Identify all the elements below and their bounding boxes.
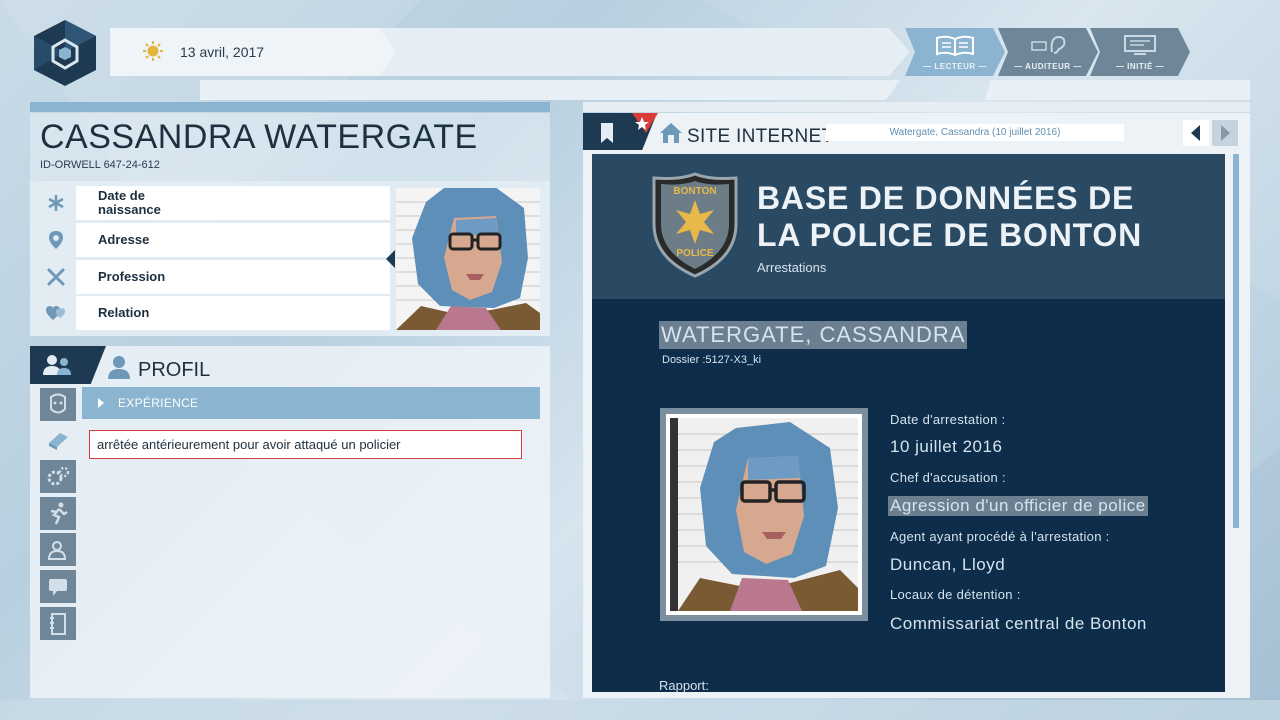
profile-title: PROFIL xyxy=(138,359,211,381)
side-tab-activity[interactable] xyxy=(40,497,76,530)
runner-icon xyxy=(50,502,68,524)
monitor-icon xyxy=(1124,34,1156,55)
charge-label: Chef d'accusation : xyxy=(890,470,1006,485)
field-adresse-label: Adresse xyxy=(76,223,390,257)
home-icon[interactable] xyxy=(659,122,683,144)
back-button[interactable] xyxy=(1183,120,1209,146)
record-dossier: Dossier :5127-X3_ki xyxy=(662,354,762,366)
detention-value[interactable]: Commissariat central de Bonton xyxy=(890,614,1147,634)
chevron-left-icon xyxy=(1191,125,1200,141)
face-icon xyxy=(50,393,66,413)
notebook-icon xyxy=(50,612,66,635)
person-icon xyxy=(108,356,130,379)
ear-icon xyxy=(1031,35,1066,54)
url-bar[interactable]: Watergate, Cassandra (10 juillet 2016) xyxy=(826,124,1124,141)
badge-top-text: BONTON xyxy=(673,186,716,197)
record-name[interactable]: WATERGATE, CASSANDRA xyxy=(659,321,968,349)
left-panel-strip xyxy=(30,102,550,112)
field-adresse[interactable]: Adresse xyxy=(40,223,390,257)
scrollbar[interactable] xyxy=(1233,154,1239,528)
tab-lecteur-label: — LECTEUR — xyxy=(923,61,987,71)
tab-auditeur-label: — AUDITEUR — xyxy=(1014,61,1082,71)
new-bookmark-flag-icon xyxy=(632,113,658,133)
right-panel-strip xyxy=(583,102,1250,112)
selection-marker xyxy=(386,250,395,268)
speech-icon xyxy=(49,578,67,596)
location-pin-icon xyxy=(40,223,72,257)
person-id: ID-ORWELL 647-24-612 xyxy=(40,159,160,171)
hearts-icon xyxy=(40,296,72,330)
chevron-right-icon xyxy=(1221,125,1230,141)
mugshot-photo xyxy=(660,408,868,621)
profile-entry[interactable]: arrêtée antérieurement pour avoir attaqu… xyxy=(89,430,522,459)
badge-bottom-text: POLICE xyxy=(676,248,714,259)
person-name: CASSANDRA WATERGATE xyxy=(40,118,478,156)
side-tab-contacts[interactable] xyxy=(40,533,76,566)
site-title-line1: BASE DE DONNÉES DE xyxy=(757,180,1135,216)
sub-bar-right xyxy=(985,80,1250,100)
field-date-naissance-label: Date de naissance xyxy=(76,186,390,220)
category-experience-label: EXPÉRIENCE xyxy=(118,396,199,410)
orwell-logo[interactable] xyxy=(30,18,100,88)
arresting-officer-label: Agent ayant procédé à l'arrestation : xyxy=(890,529,1110,544)
side-tab-communication[interactable] xyxy=(40,570,76,603)
site-title-line2: LA POLICE DE BONTON xyxy=(757,217,1142,253)
site-title: BASE DE DONNÉES DE LA POLICE DE BONTON xyxy=(757,180,1217,254)
person-portrait xyxy=(396,188,540,330)
field-profession[interactable]: Profession xyxy=(40,260,390,294)
person-card-icon xyxy=(47,540,67,560)
police-badge: BONTON POLICE xyxy=(652,172,738,278)
field-date-naissance[interactable]: Date de naissance xyxy=(40,186,390,220)
tab-lecteur[interactable]: — LECTEUR — xyxy=(905,28,1005,76)
site-subtitle: Arrestations xyxy=(757,260,827,275)
field-relation[interactable]: Relation xyxy=(40,296,390,330)
field-profession-label: Profession xyxy=(76,260,390,294)
expand-triangle-icon xyxy=(98,398,104,408)
bookmark-icon xyxy=(601,123,613,143)
arresting-officer-value[interactable]: Duncan, Lloyd xyxy=(890,555,1005,575)
asterisk-icon xyxy=(40,186,72,220)
detention-label: Locaux de détention : xyxy=(890,587,1021,602)
site-label: SITE INTERNET xyxy=(687,126,834,147)
tab-initie[interactable]: — INITIÉ — xyxy=(1090,28,1190,76)
sub-bar xyxy=(200,80,900,100)
charge-value[interactable]: Agression d'un officier de police xyxy=(888,496,1148,516)
forward-button[interactable] xyxy=(1212,120,1238,146)
bottom-strip xyxy=(0,700,1280,720)
tab-auditeur[interactable]: — AUDITEUR — xyxy=(998,28,1098,76)
people-icon xyxy=(43,355,71,375)
arrest-date-value[interactable]: 10 juillet 2016 xyxy=(890,437,1002,457)
report-label: Rapport: xyxy=(659,678,709,693)
tab-initie-label: — INITIÉ — xyxy=(1115,61,1165,71)
current-date: 13 avril, 2017 xyxy=(180,44,265,60)
side-tab-notes[interactable] xyxy=(40,607,76,640)
side-tab-face[interactable] xyxy=(40,388,76,421)
top-bar-segment xyxy=(380,28,910,76)
side-tab-book[interactable] xyxy=(40,424,76,457)
gears-icon xyxy=(47,466,70,485)
book-icon xyxy=(936,35,974,56)
category-experience[interactable]: EXPÉRIENCE xyxy=(82,387,540,419)
tools-icon xyxy=(40,260,72,294)
sun-icon xyxy=(143,41,163,61)
book-icon xyxy=(49,432,68,450)
arrest-date-label: Date d'arrestation : xyxy=(890,412,1006,427)
field-relation-label: Relation xyxy=(76,296,390,330)
side-tab-gears[interactable] xyxy=(40,460,76,493)
